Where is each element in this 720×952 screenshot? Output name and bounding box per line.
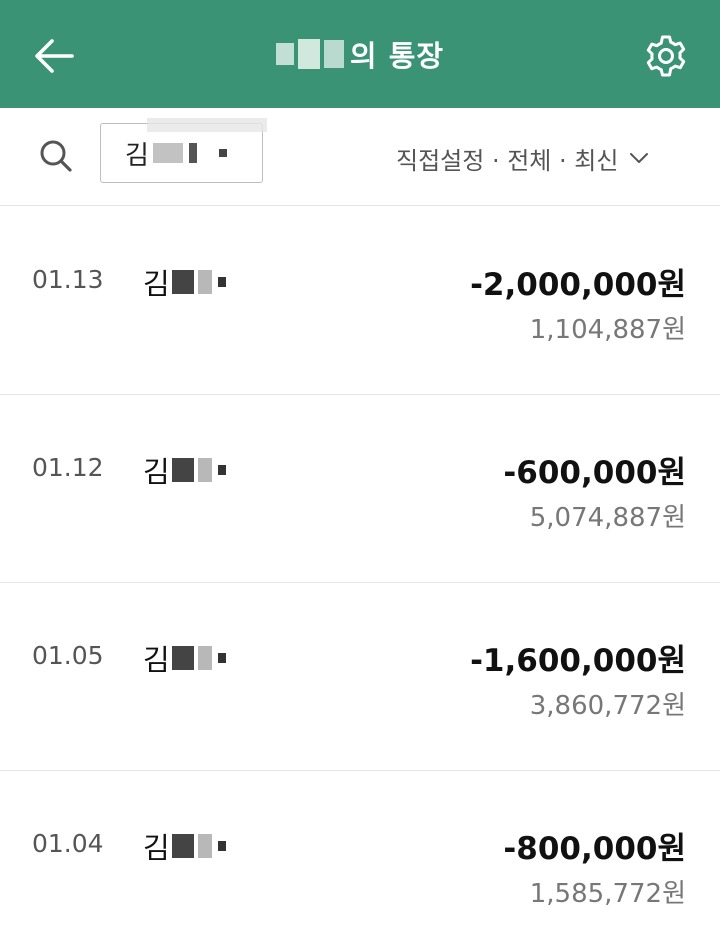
title-blurred-name (275, 39, 344, 69)
blurred-region (197, 270, 212, 294)
app-header: 의 통장 (0, 0, 720, 108)
transaction-balance: 1,104,887원 (529, 315, 686, 345)
blurred-region (197, 646, 212, 670)
transaction-amount: -1,600,000원 (470, 643, 686, 679)
blurred-region (217, 465, 226, 475)
blurred-region (217, 653, 226, 663)
settings-button[interactable] (638, 28, 694, 84)
sort-filter-label: 직접설정 · 전체 · 최신 (396, 146, 619, 175)
transaction-row[interactable]: 01.12 김 -600,000원 5,074,887원 (0, 395, 720, 583)
transaction-name-text: 김 (143, 831, 170, 865)
transaction-name-text: 김 (143, 267, 170, 301)
sort-filter-dropdown[interactable]: 직접설정 · 전체 · 최신 (396, 138, 650, 178)
transaction-date: 01.12 (32, 453, 104, 482)
transaction-row[interactable]: 01.05 김 -1,600,000원 3,860,772원 (0, 583, 720, 771)
transaction-name: 김 (143, 449, 226, 491)
gear-icon (646, 35, 686, 77)
transaction-amount: -2,000,000원 (470, 267, 686, 303)
blurred-region (171, 646, 194, 670)
transaction-list: 01.13 김 -2,000,000원 1,104,887원 01.12 김 -… (0, 207, 720, 952)
transaction-balance: 1,585,772원 (529, 879, 686, 909)
transaction-date: 01.04 (32, 829, 104, 858)
blurred-region (197, 834, 212, 858)
transaction-date: 01.13 (32, 265, 104, 294)
blurred-region (217, 841, 226, 851)
transaction-amount: -600,000원 (503, 455, 686, 491)
page-title: 의 통장 (0, 0, 720, 108)
transaction-name-text: 김 (143, 455, 170, 489)
blurred-region (171, 834, 194, 858)
blurred-region (171, 458, 194, 482)
search-input[interactable]: 김 (100, 118, 267, 183)
blurred-region (171, 270, 194, 294)
title-suffix: 의 통장 (349, 39, 445, 73)
blurred-region (188, 143, 197, 163)
transaction-row[interactable]: 01.13 김 -2,000,000원 1,104,887원 (0, 207, 720, 395)
transaction-name-text: 김 (143, 643, 170, 677)
transaction-row[interactable]: 01.04 김 -800,000원 1,585,772원 (0, 771, 720, 952)
transaction-date: 01.05 (32, 641, 104, 670)
transaction-name: 김 (143, 637, 226, 679)
transaction-balance: 3,860,772원 (529, 691, 686, 721)
blurred-region (147, 118, 267, 132)
search-button[interactable] (36, 136, 76, 176)
search-icon (40, 140, 72, 172)
search-input-value: 김 (125, 140, 149, 171)
filter-bar: 김 직접설정 · 전체 · 최신 (0, 108, 720, 206)
chevron-down-icon (630, 153, 649, 163)
blurred-region (152, 143, 183, 163)
transaction-name: 김 (143, 261, 226, 303)
blurred-region (217, 277, 226, 287)
blurred-region (218, 149, 227, 157)
transaction-amount: -800,000원 (503, 831, 686, 867)
transaction-name: 김 (143, 825, 226, 867)
blurred-region (197, 458, 212, 482)
transaction-balance: 5,074,887원 (529, 503, 686, 533)
